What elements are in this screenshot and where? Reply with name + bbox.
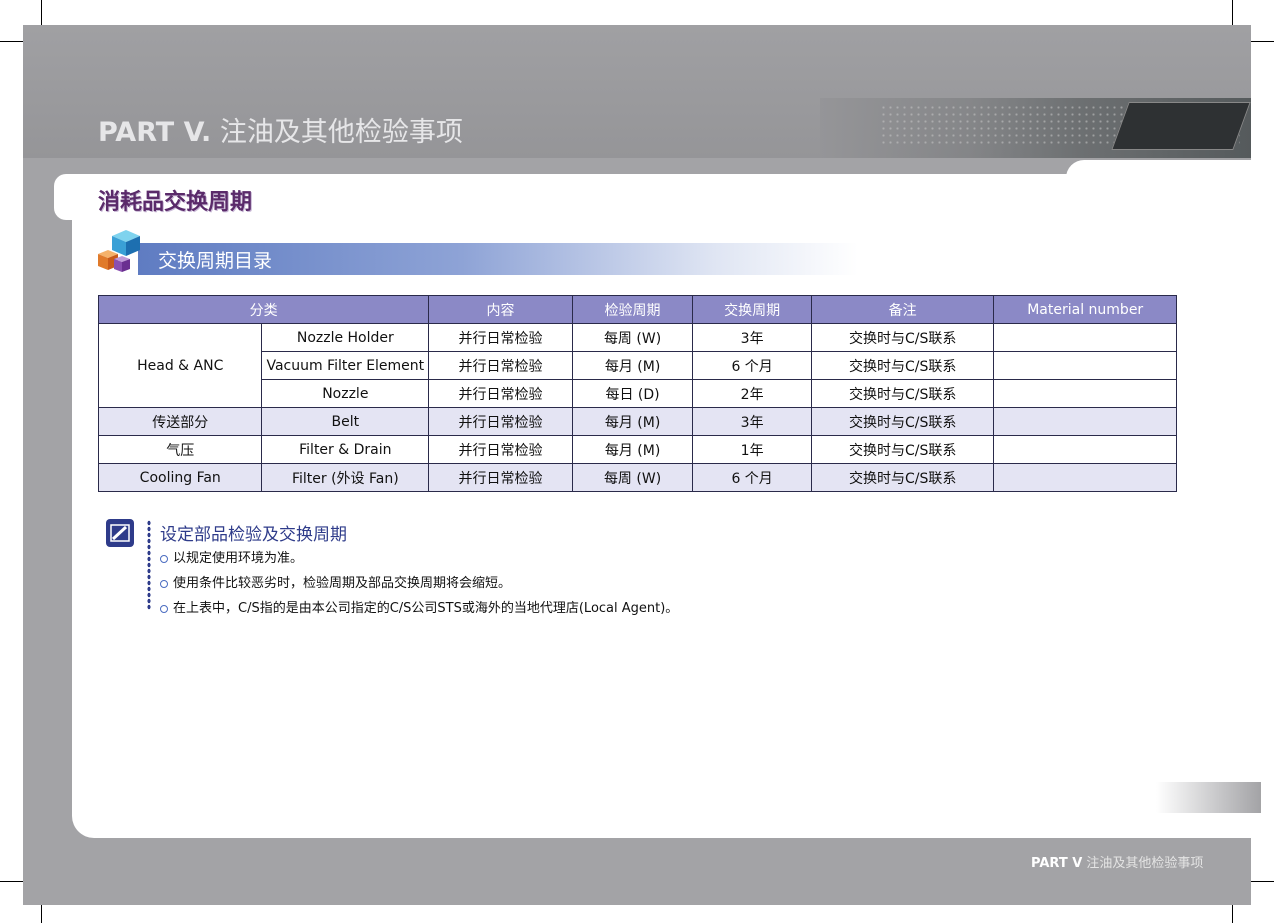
header-material-number: Material number	[993, 295, 1177, 324]
part-title: PART V. 注油及其他检验事项	[98, 110, 463, 149]
material-cell	[993, 463, 1177, 492]
note-text: 使用条件比较恶劣时，检验周期及部品交换周期将会缩短。	[173, 576, 512, 591]
content-cell: 并行日常检验	[428, 379, 573, 408]
content-cell: 并行日常检验	[428, 323, 573, 352]
inspect-cell: 每月 (M)	[571, 407, 694, 436]
category-cell: 气压	[97, 435, 263, 464]
table-row: Cooling Fan Filter (外设 Fan) 并行日常检验 每周 (W…	[97, 463, 1177, 492]
item-cell: Belt	[261, 407, 430, 436]
pencil-note-icon	[106, 519, 134, 547]
bullet-icon	[160, 604, 168, 613]
inspect-cell: 每月 (M)	[571, 351, 694, 380]
exchange-cell: 1年	[692, 435, 812, 464]
header-category: 分类	[97, 295, 430, 324]
footer-part-title: 注油及其他检验事项	[1086, 856, 1204, 871]
item-cell: Filter & Drain	[261, 435, 430, 464]
note-cell: 交换时与C/S联系	[810, 379, 995, 408]
note-item: 在上表中，C/S指的是由本公司指定的C/S公司STS或海外的当地代理店(Loca…	[160, 597, 678, 616]
exchange-cell: 6 个月	[692, 463, 812, 492]
note-item: 使用条件比较恶劣时，检验周期及部品交换周期将会缩短。	[160, 572, 511, 591]
notes-title: 设定部品检验及交换周期	[160, 525, 347, 545]
page-edge-tab	[1156, 782, 1261, 813]
exchange-cell: 6 个月	[692, 351, 812, 380]
inspect-cell: 每周 (W)	[571, 463, 694, 492]
category-cell: Cooling Fan	[97, 463, 263, 492]
note-cell: 交换时与C/S联系	[810, 435, 995, 464]
dotted-divider	[147, 520, 151, 610]
note-cell: 交换时与C/S联系	[810, 351, 995, 380]
subheader-title: 交换周期目录	[158, 250, 273, 272]
note-item: 以规定使用环境为准。	[160, 547, 303, 566]
material-cell	[993, 351, 1177, 380]
exchange-cycle-table: 分类 内容 检验周期 交换周期 备注 Material number Head …	[97, 295, 1177, 492]
category-cell: 传送部分	[97, 407, 263, 436]
content-cell: 并行日常检验	[428, 351, 573, 380]
footer-label: PART V 注油及其他检验事项	[1031, 852, 1203, 871]
content-cell: 并行日常检验	[428, 463, 573, 492]
item-cell: Vacuum Filter Element	[261, 351, 430, 380]
part-title-text: 注油及其他检验事项	[219, 117, 463, 148]
item-cell: Nozzle Holder	[261, 323, 430, 352]
content-cell: 并行日常检验	[428, 435, 573, 464]
footer-part-label: PART V	[1031, 856, 1083, 871]
exchange-cell: 3年	[692, 407, 812, 436]
note-text: 以规定使用环境为准。	[173, 551, 304, 566]
note-cell: 交换时与C/S联系	[810, 463, 995, 492]
section-title: 消耗品交换周期	[98, 190, 253, 215]
material-cell	[993, 407, 1177, 436]
section-tab	[54, 174, 84, 220]
note-cell: 交换时与C/S联系	[810, 407, 995, 436]
category-cell: Head & ANC	[97, 323, 263, 408]
item-cell: Filter (外设 Fan)	[261, 463, 430, 492]
inspect-cell: 每月 (M)	[571, 435, 694, 464]
material-cell	[993, 435, 1177, 464]
header-inspect-cycle: 检验周期	[571, 295, 694, 324]
table-row: Head & ANC Nozzle Holder 并行日常检验 每周 (W) 3…	[97, 323, 1177, 408]
header-exchange-cycle: 交换周期	[692, 295, 812, 324]
header-content: 内容	[428, 295, 573, 324]
inspect-cell: 每日 (D)	[571, 379, 694, 408]
exchange-cell: 3年	[692, 323, 812, 352]
item-cell: Nozzle	[261, 379, 430, 408]
bullet-icon	[160, 579, 168, 588]
material-cell	[993, 379, 1177, 408]
part-label: PART V.	[98, 117, 212, 148]
table-row: 传送部分 Belt 并行日常检验 每月 (M) 3年 交换时与C/S联系	[97, 407, 1177, 436]
bullet-icon	[160, 554, 168, 563]
chip-graphic	[1111, 102, 1251, 150]
material-cell	[993, 323, 1177, 352]
table-header-row: 分类 内容 检验周期 交换周期 备注 Material number	[97, 295, 1177, 324]
inspect-cell: 每周 (W)	[571, 323, 694, 352]
content-cell: 并行日常检验	[428, 407, 573, 436]
note-cell: 交换时与C/S联系	[810, 323, 995, 352]
exchange-cell: 2年	[692, 379, 812, 408]
header-note: 备注	[810, 295, 995, 324]
circuit-board-image	[820, 98, 1251, 158]
table-row: 气压 Filter & Drain 并行日常检验 每月 (M) 1年 交换时与C…	[97, 435, 1177, 464]
note-text: 在上表中，C/S指的是由本公司指定的C/S公司STS或海外的当地代理店(Loca…	[173, 601, 679, 616]
cubes-icon	[98, 230, 140, 272]
